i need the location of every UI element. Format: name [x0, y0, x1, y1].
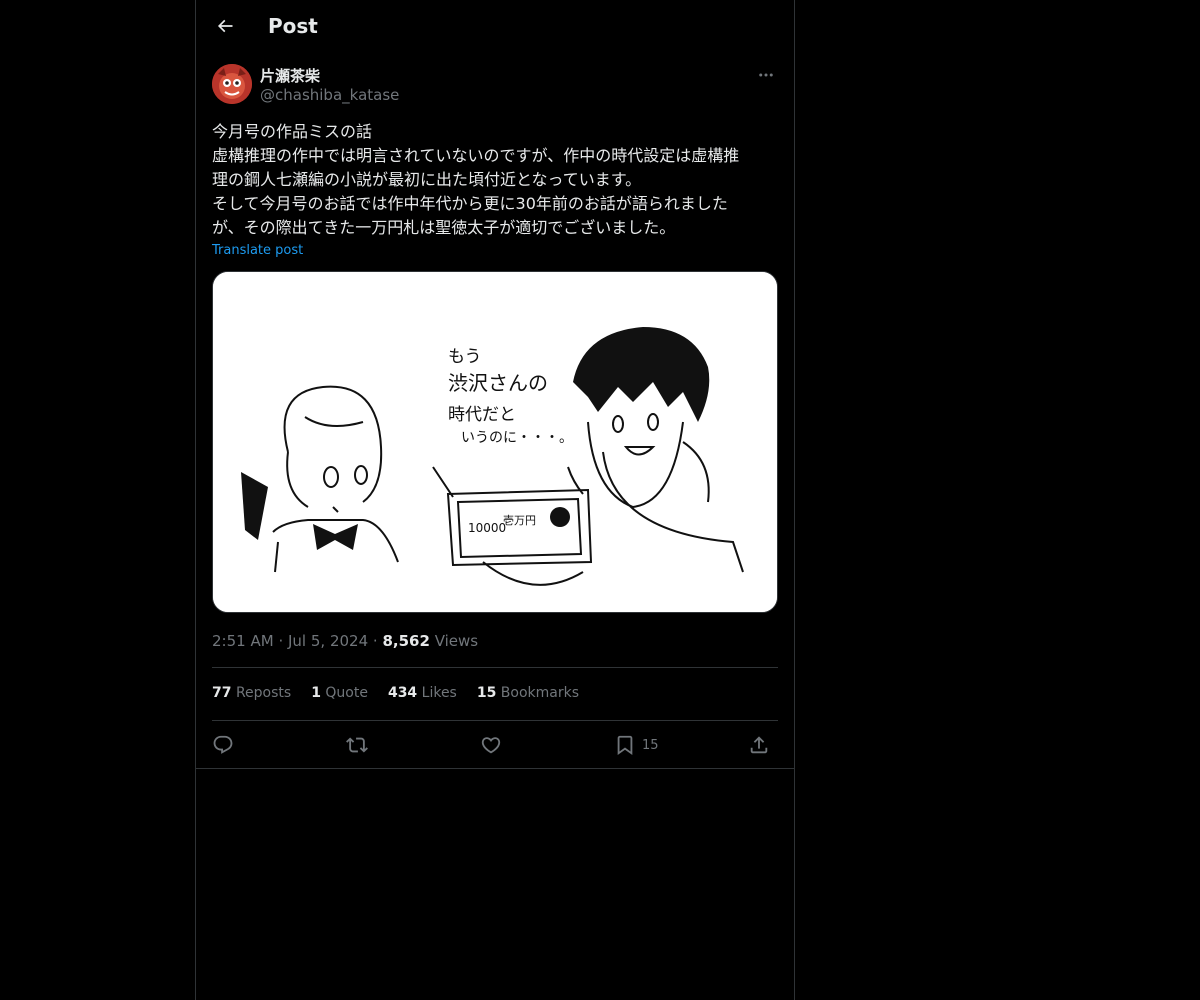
post-column: Post 片瀬茶柴 @chashiba_katase 今月号の作品ミスの話 虚構… — [195, 0, 795, 1000]
reposts-stat[interactable]: 77 Reposts — [212, 685, 291, 705]
post-text-line: が、その際出てきた一万円札は聖徳太子が適切でございました。 — [212, 218, 676, 237]
bookmark-button[interactable]: 15 — [614, 731, 659, 759]
post-image[interactable]: 10000 壱万円 もう 渋沢さんの 時代だと いうのに・・・。 — [212, 271, 778, 613]
like-icon — [481, 737, 501, 754]
reply-button[interactable] — [212, 731, 234, 759]
bookmarks-count: 15 — [476, 685, 497, 701]
translate-post-link[interactable]: Translate post — [212, 243, 303, 258]
reply-icon — [213, 735, 233, 754]
meta-separator: · — [278, 632, 284, 650]
avatar[interactable] — [212, 64, 252, 104]
speech-line: もう — [448, 347, 482, 367]
share-button[interactable] — [748, 731, 770, 759]
quotes-stat[interactable]: 1 Quote — [311, 685, 368, 705]
back-button[interactable] — [208, 9, 242, 43]
post-text-line: そして今月号のお話では作中年代から更に30年前のお話が語られました — [212, 194, 728, 213]
meta-separator: · — [372, 632, 378, 650]
divider — [196, 768, 794, 769]
speech-line: 時代だと — [448, 405, 516, 425]
more-icon — [759, 73, 773, 77]
author-row: 片瀬茶柴 @chashiba_katase — [212, 64, 778, 108]
banknote-amount: 10000 — [468, 521, 506, 535]
post-text: 今月号の作品ミスの話 虚構推理の作中では明言されていないのですが、作中の時代設定… — [212, 120, 778, 240]
divider — [212, 667, 778, 668]
share-icon — [750, 736, 768, 754]
likes-label: Likes — [421, 685, 457, 701]
bookmarks-stat[interactable]: 15 Bookmarks — [477, 685, 579, 705]
quotes-count: 1 — [311, 685, 321, 701]
post-text-line: 理の鋼人七瀬編の小説が最初に出た頃付近となっています。 — [212, 170, 642, 189]
arrow-left-icon — [217, 19, 233, 33]
views-label: Views — [434, 632, 479, 650]
author-handle[interactable]: @chashiba_katase — [260, 86, 399, 104]
likes-stat[interactable]: 434 Likes — [388, 685, 457, 705]
action-bar: 15 — [212, 731, 778, 759]
post-date[interactable]: Jul 5, 2024 — [288, 632, 368, 650]
bookmark-count: 15 — [642, 737, 659, 753]
reposts-label: Reposts — [235, 685, 292, 701]
author-name[interactable]: 片瀬茶柴 — [260, 65, 320, 86]
like-button[interactable] — [480, 731, 502, 759]
repost-button[interactable] — [346, 731, 368, 759]
reposts-count: 77 — [212, 685, 232, 701]
more-options-button[interactable] — [754, 64, 778, 86]
bookmark-icon — [617, 735, 633, 756]
repost-icon — [346, 737, 368, 753]
post-time[interactable]: 2:51 AM — [212, 632, 274, 650]
likes-count: 434 — [387, 685, 418, 701]
bookmarks-label: Bookmarks — [500, 685, 580, 701]
post-text-line: 今月号の作品ミスの話 — [212, 122, 373, 141]
manga-illustration: 10000 壱万円 もう 渋沢さんの 時代だと いうのに・・・。 — [213, 272, 777, 612]
views-count: 8,562 — [382, 632, 430, 650]
avatar-illustration — [212, 64, 252, 104]
divider — [212, 720, 778, 721]
speech-line: いうのに・・・。 — [461, 430, 573, 446]
quotes-label: Quote — [325, 685, 368, 701]
speech-line: 渋沢さんの — [448, 371, 548, 395]
post-header: Post — [196, 0, 794, 54]
page-title: Post — [268, 14, 318, 38]
post-text-line: 虚構推理の作中では明言されていないのですが、作中の時代設定は虚構推 — [212, 146, 740, 165]
post-meta: 2:51 AM · Jul 5, 2024 · 8,562 Views — [212, 632, 478, 650]
banknote-label: 壱万円 — [503, 513, 536, 527]
engagement-stats: 77 Reposts 1 Quote 434 Likes 15 Bookmark… — [212, 685, 579, 705]
